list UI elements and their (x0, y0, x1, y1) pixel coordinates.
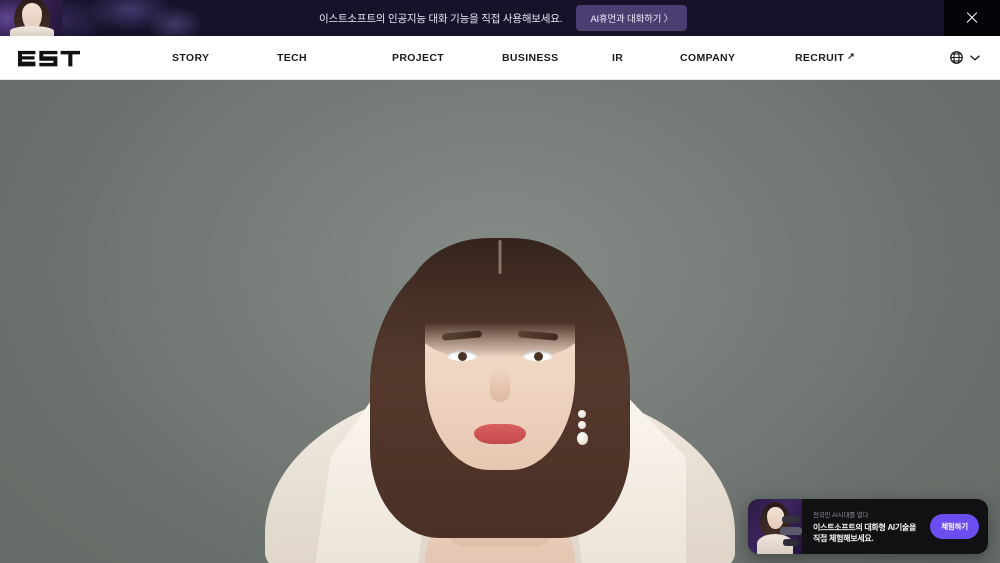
promo-banner-cta-button[interactable]: AI휴먼과 대화하기 〉 (576, 5, 687, 31)
promo-thumbnail-body (10, 26, 54, 36)
close-icon[interactable] (965, 11, 979, 25)
page-root: 이스트소프트의 인공지능 대화 기능을 직접 사용해보세요. AI휴먼과 대화하… (0, 0, 1000, 563)
ai-human-presenter (240, 80, 760, 563)
est-logo[interactable] (18, 47, 80, 69)
promo-banner-thumbnail[interactable] (0, 0, 62, 36)
nav-label: TECH (277, 51, 307, 64)
presenter-earring (576, 410, 588, 454)
site-header: STORY TECH PROJECT BUSINESS IR COMPANY R… (0, 36, 1000, 80)
chevron-down-icon (970, 54, 980, 60)
language-selector[interactable] (949, 50, 980, 65)
nav-item-project[interactable]: PROJECT (392, 52, 502, 64)
widget-text-block: 전국민 AI시대를 열다 이스트소프트의 대화형 AI기술을 직접 체험해보세요… (802, 502, 930, 552)
nav-item-ir[interactable]: IR (612, 52, 680, 64)
nav-label: RECRUIT (795, 51, 845, 64)
external-link-icon: ↗ (847, 51, 856, 61)
nav-item-recruit[interactable]: RECRUIT ↗ (795, 52, 855, 64)
nav-label: BUSINESS (502, 51, 559, 64)
est-logo-icon (18, 50, 80, 66)
floating-chat-widget[interactable]: 전국민 AI시대를 열다 이스트소프트의 대화형 AI기술을 직접 체험해보세요… (748, 499, 988, 554)
widget-thumbnail (748, 499, 802, 554)
nav-item-story[interactable]: STORY (172, 52, 277, 64)
promo-banner: 이스트소프트의 인공지능 대화 기능을 직접 사용해보세요. AI휴먼과 대화하… (0, 0, 1000, 36)
nav-label: PROJECT (392, 51, 445, 64)
widget-title-line-2: 직접 체험해보세요. (813, 534, 874, 543)
widget-thumbnail-chat-bubble (783, 539, 799, 546)
nav-item-company[interactable]: COMPANY (680, 52, 795, 64)
hero-video[interactable] (0, 80, 1000, 563)
widget-eyebrow: 전국민 AI시대를 열다 (813, 511, 869, 519)
nav-item-tech[interactable]: TECH (277, 52, 392, 64)
promo-banner-content: 이스트소프트의 인공지능 대화 기능을 직접 사용해보세요. AI휴먼과 대화하… (62, 5, 944, 31)
presenter-lips (474, 424, 526, 444)
widget-thumbnail-chat-bubble (782, 516, 800, 523)
presenter-iris-left (458, 352, 467, 361)
presenter-hair-part (498, 240, 502, 274)
widget-cta-button[interactable]: 체험하기 (930, 514, 979, 539)
promo-banner-message: 이스트소프트의 인공지능 대화 기능을 직접 사용해보세요. (319, 12, 563, 25)
widget-thumbnail-chat-bubble (780, 527, 802, 535)
widget-title-line-1: 이스트소프트의 대화형 AI기술을 (813, 522, 917, 532)
nav-label: IR (612, 51, 624, 64)
nav-label: STORY (172, 51, 210, 64)
main-navigation: STORY TECH PROJECT BUSINESS IR COMPANY R… (172, 52, 949, 64)
globe-icon (950, 51, 963, 64)
presenter-iris-right (534, 352, 543, 361)
nav-label: COMPANY (680, 51, 736, 64)
promo-banner-close-button[interactable] (944, 0, 1000, 36)
presenter-nose (490, 368, 510, 402)
nav-item-business[interactable]: BUSINESS (502, 52, 612, 64)
